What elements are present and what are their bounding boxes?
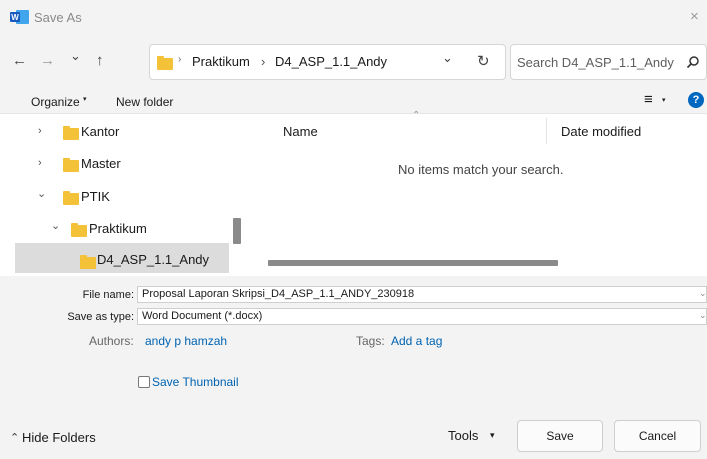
- hide-folders-chevron-icon[interactable]: ⌃: [10, 431, 19, 444]
- column-header-name[interactable]: Name: [283, 124, 318, 139]
- organize-caret-icon[interactable]: ▾: [83, 95, 87, 103]
- content-horizontal-scrollbar[interactable]: [268, 260, 558, 266]
- search-input[interactable]: Search D4_ASP_1.1_Andy: [517, 55, 674, 70]
- folder-icon: [63, 191, 79, 205]
- tags-label: Tags:: [356, 334, 385, 348]
- save-button[interactable]: Save: [517, 420, 603, 452]
- save-as-type-dropdown-icon[interactable]: ⌄: [699, 310, 707, 321]
- new-folder-button[interactable]: New folder: [116, 95, 173, 109]
- svg-text:W: W: [11, 13, 19, 22]
- view-options-icon[interactable]: ≡: [644, 91, 653, 108]
- expand-chevron-icon[interactable]: ›: [38, 125, 42, 137]
- empty-folder-message: No items match your search.: [398, 162, 564, 177]
- forward-arrow-icon[interactable]: →: [40, 52, 55, 69]
- breadcrumb-separator-icon[interactable]: ›: [178, 54, 181, 65]
- collapse-chevron-icon[interactable]: ⌄: [51, 219, 60, 232]
- close-icon[interactable]: ×: [690, 8, 699, 25]
- recent-locations-chevron-icon[interactable]: ⌄: [70, 48, 81, 64]
- help-icon[interactable]: ?: [688, 92, 704, 108]
- breadcrumb-praktikum[interactable]: Praktikum: [192, 54, 250, 69]
- expand-chevron-icon[interactable]: ›: [38, 157, 42, 169]
- window-title: Save As: [34, 10, 82, 25]
- collapse-chevron-icon[interactable]: ⌄: [37, 187, 46, 200]
- folder-icon: [80, 255, 96, 269]
- save-as-type-label: Save as type:: [67, 311, 134, 323]
- folder-icon: [63, 158, 79, 172]
- authors-value[interactable]: andy p hamzah: [145, 334, 227, 348]
- tree-item-master[interactable]: Master: [81, 156, 121, 171]
- folder-icon: [157, 56, 173, 70]
- file-name-input[interactable]: Proposal Laporan Skripsi_D4_ASP_1.1_ANDY…: [137, 286, 707, 303]
- refresh-icon[interactable]: ↻: [477, 52, 490, 70]
- breadcrumb-separator-icon[interactable]: ›: [261, 54, 265, 69]
- back-arrow-icon[interactable]: ←: [12, 52, 27, 69]
- breadcrumb-current-folder[interactable]: D4_ASP_1.1_Andy: [275, 54, 387, 69]
- cancel-button[interactable]: Cancel: [614, 420, 701, 452]
- sort-indicator-icon: ⌃: [412, 110, 421, 121]
- folder-icon: [63, 126, 79, 140]
- file-name-label: File name:: [82, 289, 134, 301]
- hide-folders-button[interactable]: Hide Folders: [22, 430, 96, 445]
- save-thumbnail-label[interactable]: Save Thumbnail: [152, 375, 239, 389]
- save-thumbnail-checkbox[interactable]: [138, 376, 150, 388]
- left-edge: [0, 276, 10, 459]
- search-icon[interactable]: [686, 55, 700, 69]
- column-header-date-modified[interactable]: Date modified: [561, 124, 641, 139]
- tools-button[interactable]: Tools: [448, 428, 478, 443]
- up-arrow-icon[interactable]: ↑: [96, 52, 104, 69]
- tree-item-d4-asp-andy[interactable]: D4_ASP_1.1_Andy: [97, 252, 209, 267]
- add-tag-link[interactable]: Add a tag: [391, 334, 442, 348]
- command-bar: [0, 88, 707, 114]
- tree-item-praktikum[interactable]: Praktikum: [89, 221, 147, 236]
- view-caret-icon[interactable]: ▾: [662, 96, 666, 104]
- tools-caret-icon[interactable]: ▾: [490, 430, 495, 441]
- organize-button[interactable]: Organize: [31, 95, 80, 109]
- title-bar: [0, 0, 707, 36]
- tree-item-kantor[interactable]: Kantor: [81, 124, 119, 139]
- file-name-dropdown-icon[interactable]: ⌄: [699, 288, 707, 299]
- authors-label: Authors:: [89, 334, 134, 348]
- tree-item-ptik[interactable]: PTIK: [81, 189, 110, 204]
- word-app-icon: W: [10, 10, 29, 24]
- folder-icon: [71, 223, 87, 237]
- address-dropdown-chevron-icon[interactable]: ⌄: [442, 50, 453, 66]
- column-separator[interactable]: [546, 118, 547, 144]
- nav-pane-scrollbar[interactable]: [233, 218, 241, 244]
- save-as-type-select[interactable]: Word Document (*.docx): [137, 308, 707, 325]
